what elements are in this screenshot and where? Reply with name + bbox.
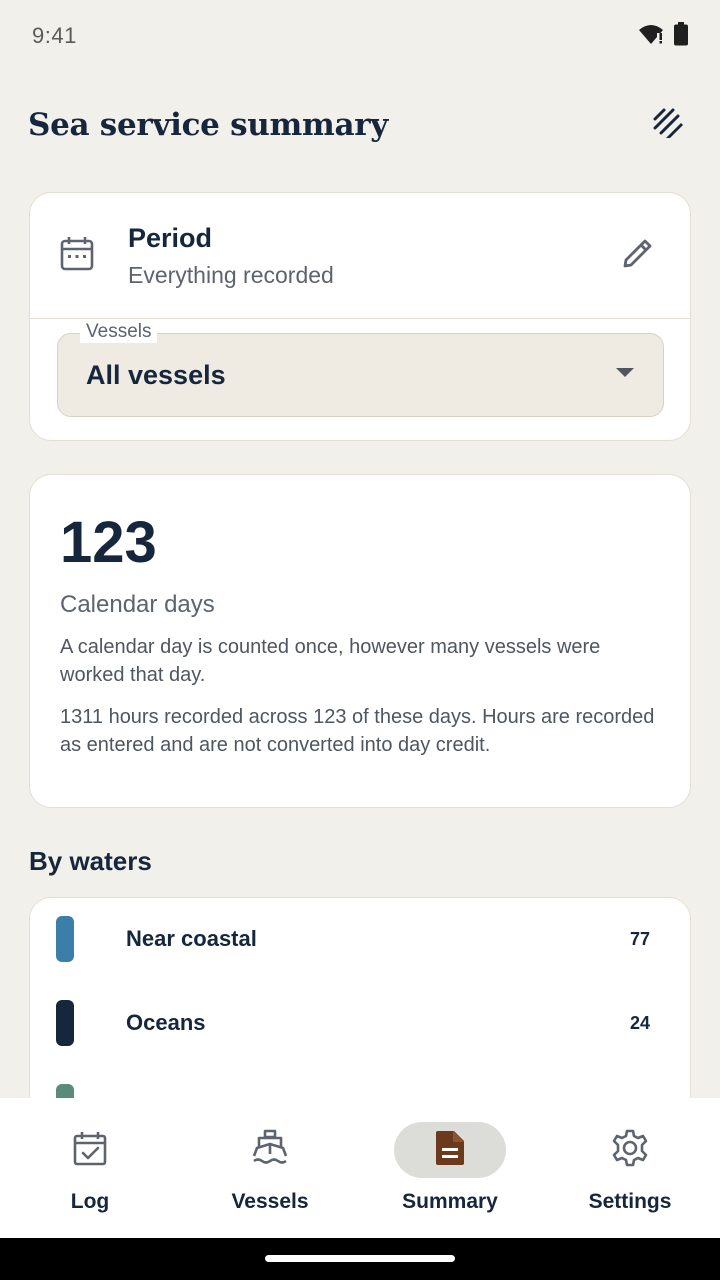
pencil-icon xyxy=(621,236,655,275)
status-bar: 9:41 xyxy=(0,0,720,72)
period-text: Period Everything recorded xyxy=(128,223,614,289)
nav-icon-container xyxy=(214,1122,326,1178)
water-color-swatch xyxy=(56,1000,74,1046)
edit-period-button[interactable] xyxy=(614,232,662,280)
nav-item-log[interactable]: Log xyxy=(0,1098,180,1238)
water-days: 77 xyxy=(629,928,650,949)
nav-label-summary: Summary xyxy=(402,1190,498,1213)
water-row-near-coastal[interactable]: Near coastal 77 xyxy=(30,916,690,962)
nav-label-settings: Settings xyxy=(588,1190,672,1213)
nav-label-vessels: Vessels xyxy=(231,1190,309,1213)
nav-item-summary[interactable]: Summary xyxy=(360,1098,540,1238)
status-icons xyxy=(638,21,688,51)
water-name: Oceans xyxy=(126,1010,206,1035)
days-description: A calendar day is counted once, however … xyxy=(60,636,601,686)
calendar-days-card: 123 Calendar days A calendar day is coun… xyxy=(29,474,691,808)
vessel-dropdown-label: Vessels xyxy=(80,321,158,343)
status-time: 9:41 xyxy=(32,23,77,48)
water-row-oceans[interactable]: Oceans 24 xyxy=(30,1000,690,1046)
hours-note: 1311 hours recorded across 123 of these … xyxy=(60,706,655,756)
page-title: Sea service summary xyxy=(28,107,389,143)
calendar-check-icon xyxy=(73,1130,107,1171)
period-row[interactable]: Period Everything recorded xyxy=(30,193,690,319)
water-days: 24 xyxy=(629,1012,650,1033)
water-name: Near coastal xyxy=(126,926,257,951)
bottom-navigation: Log Vessels Summary Settings xyxy=(0,1098,720,1238)
nav-item-settings[interactable]: Settings xyxy=(540,1098,720,1238)
by-waters-heading: By waters xyxy=(29,846,152,876)
period-title: Period xyxy=(128,222,213,253)
nav-item-vessels[interactable]: Vessels xyxy=(180,1098,360,1238)
nav-icon-container xyxy=(394,1122,506,1178)
days-label: Calendar days xyxy=(60,591,215,618)
gear-icon xyxy=(611,1129,649,1172)
battery-icon xyxy=(674,21,688,51)
days-count: 123 xyxy=(60,510,157,575)
period-subtitle: Everything recorded xyxy=(128,261,334,288)
ship-icon xyxy=(251,1129,289,1172)
home-gesture-handle[interactable] xyxy=(265,1255,455,1262)
app-bar: Sea service summary xyxy=(0,90,720,160)
system-gesture-bar xyxy=(0,1238,720,1280)
period-card: Period Everything recorded Vessels All v… xyxy=(29,192,691,441)
nav-label-log: Log xyxy=(70,1190,110,1213)
wifi-icon xyxy=(638,23,664,50)
edit-note-icon xyxy=(651,106,685,145)
document-icon xyxy=(435,1130,465,1171)
dropdown-arrow-icon xyxy=(615,366,635,384)
calendar-icon xyxy=(60,235,94,276)
vessel-dropdown[interactable]: Vessels All vessels xyxy=(57,321,664,417)
vessel-dropdown-value: All vessels xyxy=(86,359,226,390)
nav-icon-container xyxy=(34,1122,146,1178)
water-color-swatch xyxy=(56,916,74,962)
nav-icon-container xyxy=(574,1122,686,1178)
edit-note-button[interactable] xyxy=(644,101,692,149)
